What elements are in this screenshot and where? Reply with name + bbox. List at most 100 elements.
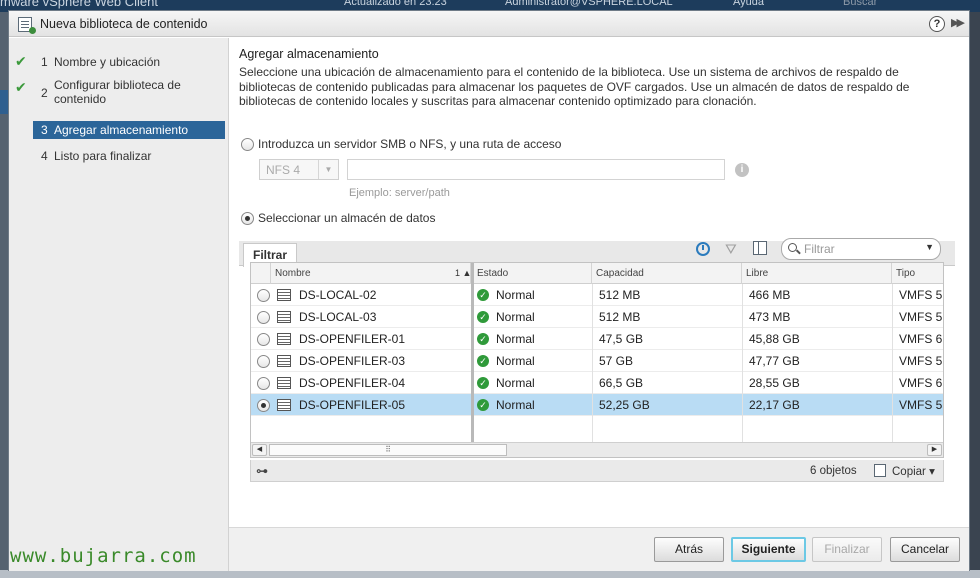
cell-capacity: 47,5 GB	[599, 332, 644, 346]
cell-free: 466 MB	[749, 288, 791, 302]
next-button[interactable]: Siguiente	[731, 537, 806, 562]
scroll-thumb[interactable]: ⠿	[269, 444, 507, 456]
header-free[interactable]: Libre	[742, 263, 892, 284]
header-status[interactable]: Estado	[473, 263, 592, 284]
ok-status-icon: ✓	[477, 311, 489, 323]
content-library-icon	[18, 17, 36, 34]
binoculars-icon[interactable]: ⊶	[256, 464, 268, 478]
background-user[interactable]: Administrator@VSPHERE.LOCAL	[505, 0, 673, 8]
table-row[interactable]: DS-OPENFILER-05 ✓ Normal 52,25 GB 22,17 GB VM…	[251, 394, 943, 416]
columns-icon[interactable]	[753, 241, 767, 255]
cell-type: VMFS 5	[899, 288, 943, 302]
row-select-radio[interactable]	[257, 399, 270, 412]
horizontal-scrollbar[interactable]: ◀ ⠿ ▶	[251, 442, 943, 457]
cell-status: Normal	[496, 398, 535, 412]
search-icon	[788, 243, 797, 252]
datastore-icon	[277, 399, 291, 411]
copy-icon[interactable]	[874, 464, 886, 477]
step-label: Nombre y ubicación	[54, 55, 161, 69]
table-row[interactable]: DS-LOCAL-02 ✓ Normal 512 MB 466 MB VMFS 5	[251, 284, 943, 306]
scroll-right-icon[interactable]: ▶	[927, 444, 942, 456]
row-select-radio[interactable]	[257, 377, 270, 390]
info-icon[interactable]: i	[735, 163, 749, 177]
object-count: 6 objetos	[810, 465, 857, 477]
table-row[interactable]: DS-OPENFILER-04 ✓ Normal 66,5 GB 28,55 GB VMF…	[251, 372, 943, 394]
cancel-button[interactable]: Cancelar	[890, 537, 960, 562]
grid-header: Nombre 1 ▲ Estado Capacidad Libre Tipo	[251, 263, 943, 284]
background-updated: Actualizado en 23:23	[344, 0, 447, 8]
ok-status-icon: ✓	[477, 355, 489, 367]
server-example-hint: Ejemplo: server/path	[349, 187, 450, 199]
filter-placeholder: Filtrar	[804, 242, 835, 256]
cell-status: Normal	[496, 310, 535, 324]
cell-status: Normal	[496, 332, 535, 346]
step-number: 1	[41, 55, 48, 69]
wizard-buttons: Atrás Siguiente Finalizar Cancelar	[229, 527, 969, 571]
header-type[interactable]: Tipo	[892, 263, 943, 284]
cell-capacity: 52,25 GB	[599, 398, 650, 412]
background-sidebar	[0, 12, 8, 578]
background-search[interactable]: Buscar	[843, 0, 877, 8]
cell-free: 28,55 GB	[749, 376, 800, 390]
wizard-steps: ✔ 1 Nombre y ubicación ✔ 2 Configurar bi…	[9, 38, 229, 571]
cell-type: VMFS 6	[899, 332, 943, 346]
scroll-left-icon[interactable]: ◀	[252, 444, 267, 456]
copy-label: Copiar	[892, 466, 926, 478]
nfs-version-select[interactable]: NFS 4 ▼	[259, 159, 339, 180]
step-3[interactable]: 3 Agregar almacenamiento	[33, 121, 225, 139]
table-row[interactable]: DS-LOCAL-03 ✓ Normal 512 MB 473 MB VMFS 5	[251, 306, 943, 328]
cell-type: VMFS 5	[899, 310, 943, 324]
finish-button[interactable]: Finalizar	[812, 537, 882, 562]
filter-input[interactable]: Filtrar ▼	[781, 238, 941, 260]
server-path-input[interactable]	[347, 159, 725, 180]
datastore-icon	[277, 377, 291, 389]
datastore-icon	[277, 289, 291, 301]
help-icon[interactable]: ?	[929, 16, 945, 32]
column-divider	[592, 284, 593, 442]
header-name[interactable]: Nombre	[271, 263, 471, 284]
datastore-icon	[277, 333, 291, 345]
smb-nfs-label: Introduzca un servidor SMB o NFS, y una …	[258, 137, 562, 151]
cell-status: Normal	[496, 376, 535, 390]
cell-status: Normal	[496, 288, 535, 302]
background-marker	[0, 90, 8, 114]
table-row[interactable]: DS-OPENFILER-03 ✓ Normal 57 GB 47,77 GB VMFS …	[251, 350, 943, 372]
ok-status-icon: ✓	[477, 333, 489, 345]
copy-button[interactable]: Copiar ▾	[892, 464, 935, 478]
ok-status-icon: ✓	[477, 289, 489, 301]
dialog-title: Nueva biblioteca de contenido	[40, 17, 208, 31]
row-select-radio[interactable]	[257, 355, 270, 368]
section-description: Seleccione una ubicación de almacenamien…	[239, 65, 910, 108]
watermark: www.bujarra.com	[10, 545, 197, 567]
sort-ascending-icon: 1 ▲	[455, 268, 472, 278]
check-icon: ✔	[15, 79, 27, 95]
datastore-icon	[277, 311, 291, 323]
grid-footer: ⊶ 6 objetos Copiar ▾	[250, 460, 944, 482]
frozen-column-separator[interactable]	[471, 263, 474, 457]
ok-status-icon: ✓	[477, 399, 489, 411]
header-select	[251, 263, 271, 284]
chevron-down-icon[interactable]: ▼	[925, 242, 934, 252]
table-row[interactable]: DS-OPENFILER-01 ✓ Normal 47,5 GB 45,88 GB VMF…	[251, 328, 943, 350]
cell-free: 473 MB	[749, 310, 791, 324]
row-select-radio[interactable]	[257, 333, 270, 346]
row-select-radio[interactable]	[257, 311, 270, 324]
cell-name: DS-OPENFILER-04	[299, 376, 406, 390]
back-button[interactable]: Atrás	[654, 537, 724, 562]
new-library-dialog: Nueva biblioteca de contenido ? ▶▶ ✔ 1 N…	[8, 10, 970, 571]
datastore-grid: Nombre 1 ▲ Estado Capacidad Libre Tipo D…	[250, 262, 944, 458]
header-capacity[interactable]: Capacidad	[592, 263, 742, 284]
datastore-label: Seleccionar un almacén de datos	[258, 211, 436, 225]
row-select-radio[interactable]	[257, 289, 270, 302]
datastore-radio[interactable]	[241, 212, 254, 225]
smb-nfs-radio[interactable]	[241, 138, 254, 151]
background-help[interactable]: Ayuda	[733, 0, 764, 8]
cell-capacity: 512 MB	[599, 310, 641, 324]
refresh-clock-icon[interactable]	[696, 242, 710, 256]
clear-filter-icon[interactable]: ⛛	[725, 241, 737, 258]
step-number: 2	[41, 86, 48, 100]
dialog-titlebar: Nueva biblioteca de contenido ? ▶▶	[9, 11, 969, 37]
cell-name: DS-OPENFILER-03	[299, 354, 406, 368]
expand-icon[interactable]: ▶▶	[951, 16, 965, 29]
step-number: 4	[41, 149, 48, 163]
